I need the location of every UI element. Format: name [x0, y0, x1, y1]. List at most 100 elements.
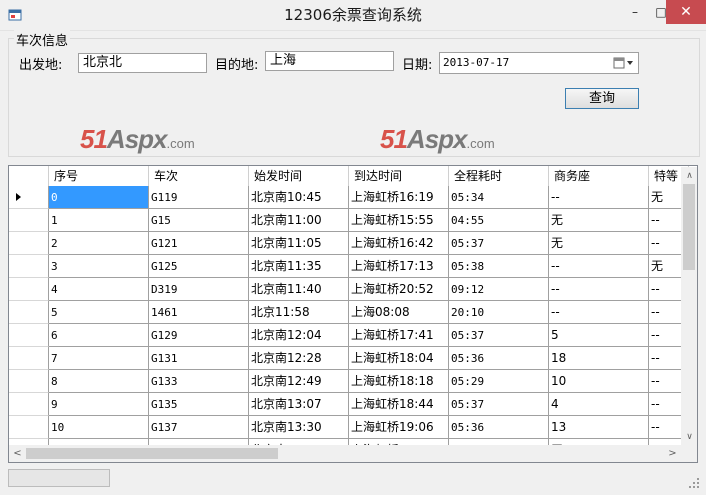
table-cell[interactable]: 10: [49, 416, 149, 439]
table-cell[interactable]: 北京南13:30: [249, 416, 349, 439]
table-cell[interactable]: 上海虹桥17:41: [349, 324, 449, 347]
table-row[interactable]: 5 1461 北京11:58 上海08:08 20:10 -- --: [9, 301, 697, 324]
table-cell[interactable]: --: [549, 301, 649, 324]
close-button[interactable]: ✕: [666, 0, 706, 24]
table-cell[interactable]: 上海虹桥16:42: [349, 232, 449, 255]
table-cell[interactable]: 上海虹桥15:55: [349, 209, 449, 232]
resize-grip-icon[interactable]: [688, 477, 700, 489]
table-cell[interactable]: 北京11:58: [249, 301, 349, 324]
table-cell[interactable]: 4: [549, 393, 649, 416]
from-input[interactable]: 北京北: [78, 53, 207, 73]
table-cell[interactable]: 10: [549, 370, 649, 393]
table-cell[interactable]: 8: [49, 370, 149, 393]
table-cell[interactable]: G137: [149, 416, 249, 439]
column-header[interactable]: 全程耗时: [449, 166, 549, 186]
query-button[interactable]: 查询: [565, 88, 639, 109]
table-cell[interactable]: 05:37: [449, 232, 549, 255]
table-cell[interactable]: 20:10: [449, 301, 549, 324]
row-header[interactable]: [9, 278, 49, 301]
table-cell[interactable]: 上海虹桥18:44: [349, 393, 449, 416]
table-cell[interactable]: 北京南10:45: [249, 186, 349, 209]
table-row[interactable]: 8 G133 北京南12:49 上海虹桥18:18 05:29 10 --: [9, 370, 697, 393]
table-row[interactable]: 4 D319 北京南11:40 上海虹桥20:52 09:12 -- --: [9, 278, 697, 301]
table-cell[interactable]: 5: [549, 324, 649, 347]
table-cell[interactable]: 13: [549, 416, 649, 439]
table-row[interactable]: 6 G129 北京南12:04 上海虹桥17:41 05:37 5 --: [9, 324, 697, 347]
row-header[interactable]: [9, 393, 49, 416]
table-cell[interactable]: 北京南12:28: [249, 347, 349, 370]
table-cell[interactable]: 18: [549, 347, 649, 370]
row-header[interactable]: [9, 370, 49, 393]
table-cell[interactable]: 上海虹桥18:18: [349, 370, 449, 393]
horizontal-scrollbar[interactable]: < >: [9, 445, 681, 462]
table-cell[interactable]: 上海08:08: [349, 301, 449, 324]
table-cell[interactable]: G15: [149, 209, 249, 232]
table-row[interactable]: 3 G125 北京南11:35 上海虹桥17:13 05:38 -- 无: [9, 255, 697, 278]
scroll-up-button[interactable]: ∧: [681, 167, 697, 184]
table-row[interactable]: 0 G119 北京南10:45 上海虹桥16:19 05:34 -- 无: [9, 186, 697, 209]
table-cell[interactable]: G129: [149, 324, 249, 347]
table-cell[interactable]: 无: [549, 209, 649, 232]
date-picker-dropdown[interactable]: [612, 55, 636, 71]
table-cell[interactable]: 2: [49, 232, 149, 255]
table-cell[interactable]: 上海虹桥17:13: [349, 255, 449, 278]
table-cell[interactable]: 5: [49, 301, 149, 324]
table-row[interactable]: 9 G135 北京南13:07 上海虹桥18:44 05:37 4 --: [9, 393, 697, 416]
row-header[interactable]: [9, 186, 49, 209]
table-cell[interactable]: 上海虹桥18:04: [349, 347, 449, 370]
table-cell[interactable]: 05:38: [449, 255, 549, 278]
scroll-right-button[interactable]: >: [664, 445, 681, 462]
row-header[interactable]: [9, 416, 49, 439]
table-cell[interactable]: 05:37: [449, 393, 549, 416]
table-row[interactable]: 7 G131 北京南12:28 上海虹桥18:04 05:36 18 --: [9, 347, 697, 370]
table-cell[interactable]: 无: [549, 232, 649, 255]
table-cell[interactable]: 7: [49, 347, 149, 370]
table-cell[interactable]: 北京南13:07: [249, 393, 349, 416]
table-cell[interactable]: G119: [149, 186, 249, 209]
table-row[interactable]: 1 G15 北京南11:00 上海虹桥15:55 04:55 无 --: [9, 209, 697, 232]
table-cell[interactable]: 4: [49, 278, 149, 301]
table-cell[interactable]: 上海虹桥19:06: [349, 416, 449, 439]
table-row[interactable]: 10 G137 北京南13:30 上海虹桥19:06 05:36 13 --: [9, 416, 697, 439]
table-cell[interactable]: 9: [49, 393, 149, 416]
table-cell[interactable]: 0: [49, 186, 149, 209]
table-cell[interactable]: 05:29: [449, 370, 549, 393]
row-header[interactable]: [9, 209, 49, 232]
table-cell[interactable]: 北京南12:49: [249, 370, 349, 393]
to-input[interactable]: 上海: [265, 51, 394, 71]
table-cell[interactable]: 1461: [149, 301, 249, 324]
table-cell[interactable]: G135: [149, 393, 249, 416]
table-row[interactable]: 2 G121 北京南11:05 上海虹桥16:42 05:37 无 --: [9, 232, 697, 255]
row-header[interactable]: [9, 232, 49, 255]
column-header[interactable]: 商务座: [549, 166, 649, 186]
table-cell[interactable]: 北京南11:35: [249, 255, 349, 278]
table-cell[interactable]: 上海虹桥16:19: [349, 186, 449, 209]
table-cell[interactable]: --: [549, 255, 649, 278]
table-cell[interactable]: 3: [49, 255, 149, 278]
ticket-grid[interactable]: 序号 车次 始发时间 到达时间 全程耗时 商务座 特等 0 G119 北京南10:4…: [8, 165, 698, 463]
table-cell[interactable]: D319: [149, 278, 249, 301]
table-cell[interactable]: 北京南11:40: [249, 278, 349, 301]
row-header[interactable]: [9, 324, 49, 347]
scroll-left-button[interactable]: <: [9, 445, 26, 462]
table-cell[interactable]: 05:37: [449, 324, 549, 347]
table-cell[interactable]: 04:55: [449, 209, 549, 232]
vertical-scrollbar[interactable]: ∧ ∨: [681, 167, 697, 445]
table-cell[interactable]: G125: [149, 255, 249, 278]
column-header[interactable]: 序号: [49, 166, 149, 186]
table-cell[interactable]: 上海虹桥20:52: [349, 278, 449, 301]
table-cell[interactable]: G133: [149, 370, 249, 393]
table-cell[interactable]: 6: [49, 324, 149, 347]
table-cell[interactable]: G131: [149, 347, 249, 370]
minimize-button[interactable]: –: [622, 0, 648, 24]
column-header[interactable]: 车次: [149, 166, 249, 186]
date-picker[interactable]: 2013-07-17: [439, 52, 639, 74]
table-cell[interactable]: 北京南11:00: [249, 209, 349, 232]
table-cell[interactable]: 05:36: [449, 416, 549, 439]
column-header[interactable]: 始发时间: [249, 166, 349, 186]
row-header[interactable]: [9, 301, 49, 324]
scroll-down-button[interactable]: ∨: [681, 428, 697, 445]
vertical-scroll-thumb[interactable]: [683, 184, 695, 270]
horizontal-scroll-thumb[interactable]: [26, 448, 278, 459]
table-cell[interactable]: --: [549, 186, 649, 209]
